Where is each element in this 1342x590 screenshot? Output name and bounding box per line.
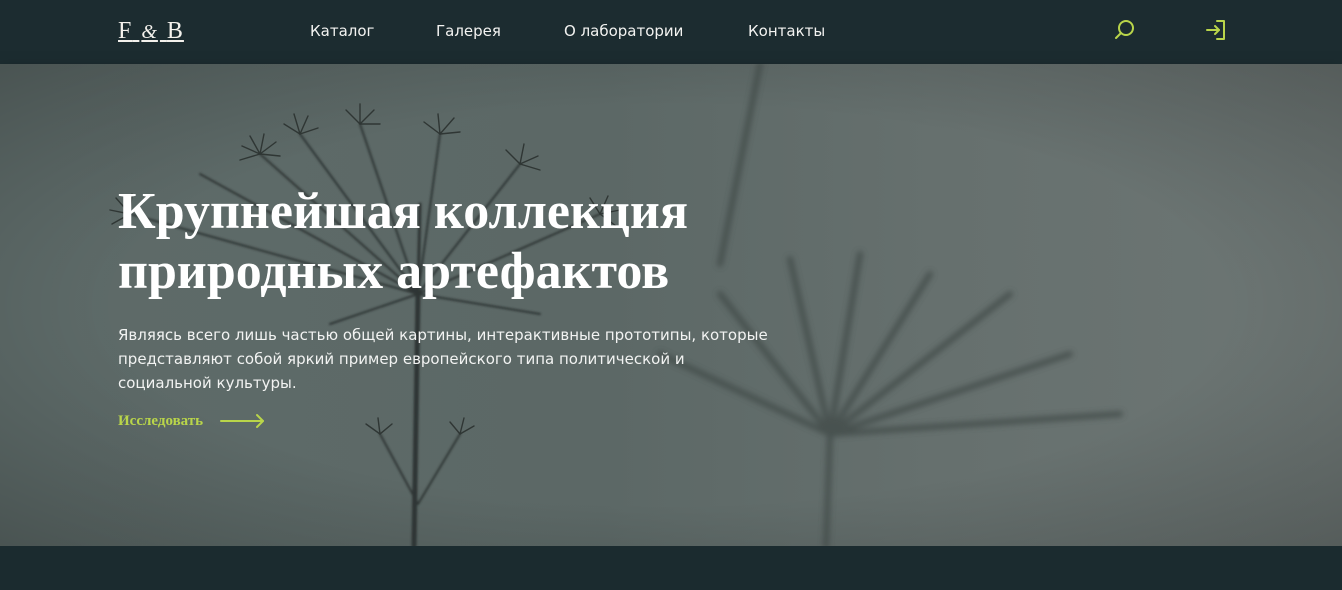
hero-title: Крупнейшая коллекция природных артефакто…	[118, 183, 688, 300]
login-button[interactable]	[1204, 18, 1228, 42]
next-section-strip	[0, 546, 1342, 590]
explore-link[interactable]: Исследовать	[118, 409, 278, 433]
nav-item-catalog[interactable]: Каталог	[310, 22, 374, 40]
site-header: F & B Каталог Галерея О лаборатории Конт…	[0, 0, 1342, 64]
logo-ampersand: &	[141, 21, 158, 43]
hero-background-plant-image	[0, 64, 1342, 546]
site-logo[interactable]: F & B	[118, 18, 184, 45]
login-icon	[1206, 20, 1225, 40]
nav-item-gallery[interactable]: Галерея	[436, 22, 501, 40]
explore-label: Исследовать	[118, 413, 204, 429]
logo-letter-b: B	[166, 18, 184, 44]
logo-letter-f: F	[118, 18, 133, 44]
hero-section: Крупнейшая коллекция природных артефакто…	[0, 64, 1342, 546]
search-button[interactable]	[1113, 18, 1137, 42]
hero-description: Являясь всего лишь частью общей картины,…	[118, 326, 768, 392]
nav-item-contacts[interactable]: Контакты	[748, 22, 825, 40]
arrow-right-icon	[220, 414, 264, 428]
nav-item-about[interactable]: О лаборатории	[564, 22, 683, 40]
search-icon	[1115, 20, 1134, 39]
